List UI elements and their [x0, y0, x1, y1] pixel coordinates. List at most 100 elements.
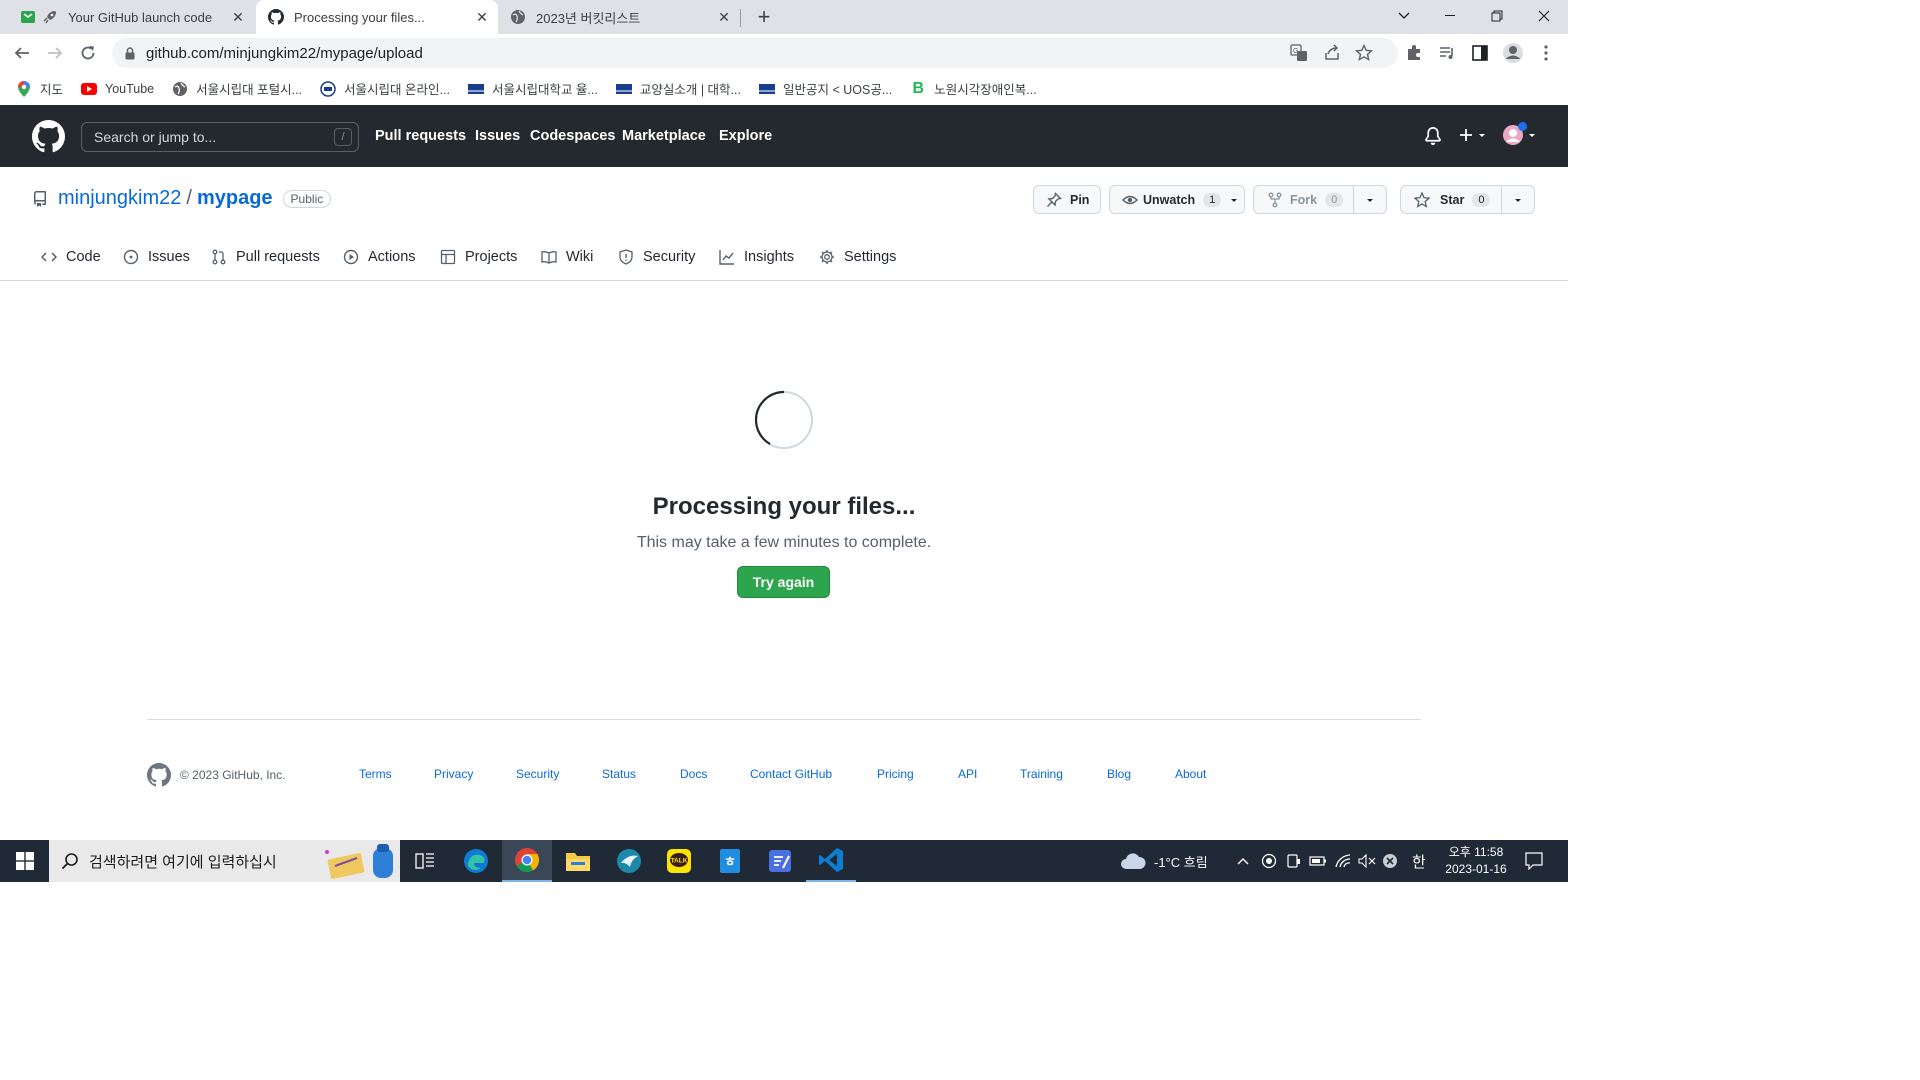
hangul-word-icon[interactable]: ㅎ: [705, 840, 755, 882]
extensions-puzzle-icon[interactable]: [1398, 34, 1430, 72]
footer-link-blog[interactable]: Blog: [1107, 767, 1131, 781]
tab-search-icon[interactable]: [1381, 0, 1427, 32]
tab-settings[interactable]: Settings: [818, 243, 896, 271]
clock[interactable]: 오후 11:58 2023-01-16: [1440, 840, 1512, 882]
media-queue-icon[interactable]: [1431, 34, 1463, 72]
chrome-browser-icon[interactable]: [502, 840, 552, 882]
close-tab-icon[interactable]: ✕: [714, 7, 734, 27]
github-search-box[interactable]: /: [81, 122, 359, 152]
nav-marketplace[interactable]: Marketplace: [622, 105, 706, 167]
close-window-icon[interactable]: [1521, 0, 1567, 32]
vscode-icon[interactable]: [806, 840, 856, 882]
browser-tab-bucket-list[interactable]: 2023년 버킷리스트 ✕: [498, 0, 740, 34]
star-list-dropdown-button[interactable]: [1501, 185, 1535, 214]
user-avatar[interactable]: [1502, 122, 1537, 146]
close-tab-icon[interactable]: ✕: [472, 7, 492, 27]
tab-issues[interactable]: Issues: [122, 243, 190, 271]
tab-wiki[interactable]: Wiki: [540, 243, 593, 271]
browser-tab-processing[interactable]: Processing your files... ✕: [256, 0, 498, 34]
footer-link-terms[interactable]: Terms: [359, 767, 392, 781]
tab-actions[interactable]: Actions: [342, 243, 416, 271]
footer-link-about[interactable]: About: [1175, 767, 1206, 781]
reload-icon[interactable]: [72, 34, 104, 72]
tab-security[interactable]: Security: [617, 243, 695, 271]
chrome-menu-icon[interactable]: [1530, 34, 1562, 72]
tab-label: Actions: [368, 249, 416, 265]
tab-label: Code: [66, 249, 101, 265]
swift-bird-app-icon[interactable]: [604, 840, 654, 882]
bookmark-uos-yul[interactable]: 서울시립대학교 율...: [467, 79, 598, 98]
ime-indicator[interactable]: 한: [1412, 840, 1426, 882]
tab-code[interactable]: Code: [40, 243, 101, 271]
bookmark-nowon-welfare[interactable]: B 노원시각장애인복...: [910, 79, 1036, 98]
forward-arrow-icon[interactable]: [39, 34, 71, 72]
footer-link-status[interactable]: Status: [602, 767, 636, 781]
task-view-icon[interactable]: [400, 840, 450, 882]
footer-link-training[interactable]: Training: [1020, 767, 1063, 781]
minimize-icon[interactable]: [1427, 0, 1473, 32]
share-icon[interactable]: [1323, 44, 1341, 67]
bookmark-liberal-arts[interactable]: 교양실소개 | 대학...: [615, 79, 741, 98]
footer-link-docs[interactable]: Docs: [680, 767, 707, 781]
address-bar[interactable]: G: [112, 38, 1398, 68]
notepad-editor-icon[interactable]: [755, 840, 805, 882]
bookmark-youtube[interactable]: YouTube: [81, 81, 154, 97]
github-logo-icon[interactable]: [32, 120, 65, 158]
footer-link-security[interactable]: Security: [516, 767, 559, 781]
fork-dropdown-button[interactable]: [1353, 185, 1387, 214]
volume-muted-icon[interactable]: [1358, 840, 1376, 882]
try-again-button[interactable]: Try again: [737, 566, 830, 598]
notifications-bell-icon[interactable]: [1424, 127, 1442, 150]
weather-widget[interactable]: -1°C 흐림: [1120, 840, 1208, 882]
url-input[interactable]: [146, 44, 1146, 62]
battery-icon[interactable]: [1309, 840, 1327, 882]
tab-pull-requests[interactable]: Pull requests: [210, 243, 320, 271]
kakaotalk-icon[interactable]: TALK: [654, 840, 704, 882]
windows-start-icon[interactable]: [0, 840, 49, 882]
bookmark-star-icon[interactable]: [1354, 43, 1374, 67]
nav-pull-requests[interactable]: Pull requests: [375, 105, 466, 167]
record-indicator-icon[interactable]: [1261, 840, 1277, 882]
repo-owner-link[interactable]: minjungkim22: [58, 187, 181, 210]
footer-link-contact[interactable]: Contact GitHub: [750, 767, 832, 781]
show-hidden-icons-chevron-icon[interactable]: [1237, 840, 1249, 882]
nav-codespaces[interactable]: Codespaces: [530, 105, 615, 167]
new-tab-icon[interactable]: +: [752, 4, 776, 29]
footer-link-pricing[interactable]: Pricing: [877, 767, 914, 781]
star-button[interactable]: Star 0: [1400, 185, 1502, 214]
device-icon[interactable]: [1286, 840, 1302, 882]
browser-tab-github-launch-code[interactable]: Your GitHub launch code ✕: [8, 0, 254, 34]
nav-issues[interactable]: Issues: [475, 105, 520, 167]
fork-button[interactable]: Fork 0: [1253, 185, 1354, 214]
bookmark-maps[interactable]: 지도: [16, 79, 63, 98]
status-x-icon[interactable]: [1382, 840, 1398, 882]
github-search-input[interactable]: [94, 129, 324, 145]
loading-spinner-icon: [754, 390, 814, 450]
back-arrow-icon[interactable]: [6, 34, 38, 72]
close-tab-icon[interactable]: ✕: [228, 7, 248, 27]
create-new-plus-icon[interactable]: [1458, 127, 1487, 143]
file-explorer-icon[interactable]: [553, 840, 603, 882]
bookmark-general-notice[interactable]: 일반공지 < UOS공...: [758, 79, 892, 98]
tab-insights[interactable]: Insights: [718, 243, 794, 271]
pin-button[interactable]: Pin: [1033, 185, 1101, 214]
footer-link-api[interactable]: API: [958, 767, 977, 781]
edge-browser-icon[interactable]: [451, 840, 501, 882]
nav-explore[interactable]: Explore: [719, 105, 772, 167]
footer-link-privacy[interactable]: Privacy: [434, 767, 473, 781]
wifi-icon[interactable]: [1335, 840, 1351, 882]
notification-center-icon[interactable]: [1525, 840, 1543, 882]
repo-name-link[interactable]: mypage: [197, 187, 273, 210]
translate-icon[interactable]: G: [1290, 44, 1308, 67]
taskbar-search-box[interactable]: 검색하려면 여기에 입력하십시: [49, 840, 400, 882]
restore-icon[interactable]: [1474, 0, 1520, 32]
profile-avatar-icon[interactable]: [1497, 34, 1529, 72]
github-mark-icon[interactable]: [147, 763, 171, 787]
bookmark-uos-portal[interactable]: 서울시립대 포털시...: [172, 79, 302, 98]
tab-projects[interactable]: Projects: [439, 243, 517, 271]
side-panel-icon[interactable]: [1464, 34, 1496, 72]
lock-icon[interactable]: [122, 46, 138, 60]
unwatch-button[interactable]: Unwatch 1: [1109, 185, 1245, 214]
globe-icon: [510, 9, 526, 25]
bookmark-uos-online[interactable]: 서울시립대 온라인...: [320, 79, 450, 98]
